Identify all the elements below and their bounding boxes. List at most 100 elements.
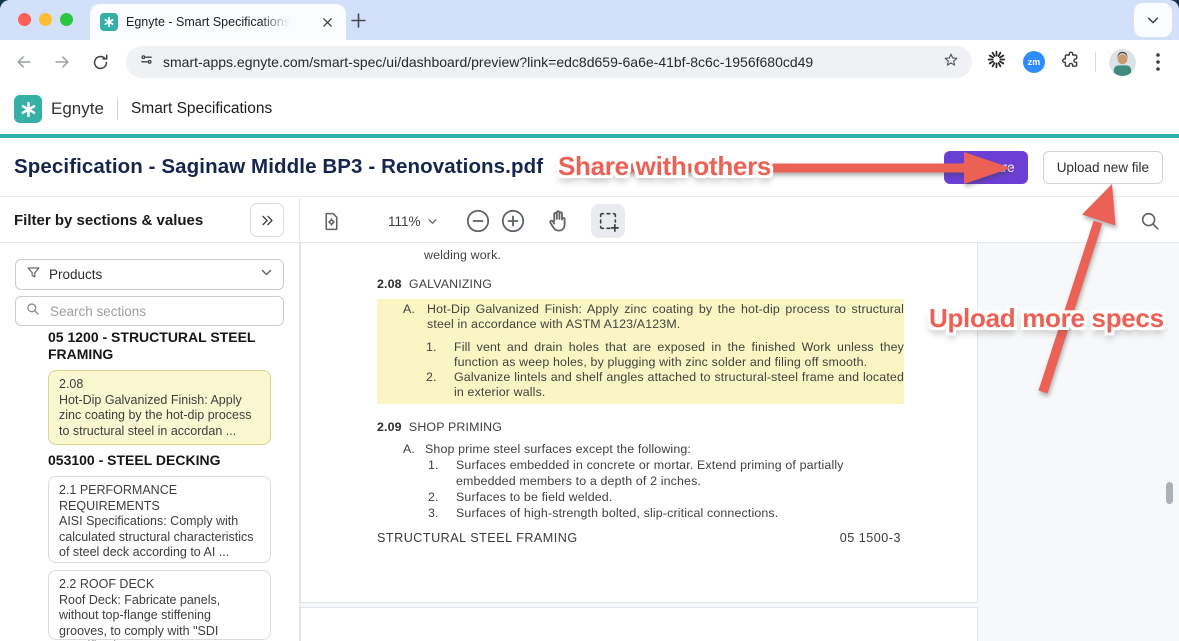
spec-card-2-1[interactable]: 2.1 PERFORMANCE REQUIREMENTS AISI Specif… [48, 476, 271, 563]
sidebar-body: Products 05 1200 - STRUCTURAL STEEL FRAM… [0, 243, 299, 641]
item-text: Hot-Dip Galvanized Finish: Apply zinc co… [427, 302, 904, 332]
extensions-puzzle-icon[interactable] [1061, 50, 1081, 75]
spec-card-title: 2.08 [59, 377, 260, 393]
section-heading: 05 1200 - STRUCTURAL STEEL FRAMING [48, 329, 271, 363]
minimize-window-button[interactable] [39, 13, 52, 26]
egnyte-favicon [100, 13, 118, 31]
products-filter-dropdown[interactable]: Products [15, 259, 284, 290]
forward-button[interactable] [50, 50, 74, 74]
browser-tab[interactable]: Egnyte - Smart Specifications [90, 4, 346, 40]
header-divider [117, 98, 118, 120]
app-header: Egnyte Smart Specifications [0, 84, 1179, 134]
sidebar-header: Filter by sections & values [0, 198, 299, 243]
zoom-level-dropdown[interactable]: 111% [388, 206, 438, 236]
close-window-button[interactable] [18, 13, 31, 26]
zoom-extension-icon[interactable]: zm [1023, 51, 1045, 73]
egnyte-logo [14, 95, 42, 123]
sidebar-title: Filter by sections & values [14, 212, 203, 229]
spec-card-text: Hot-Dip Galvanized Finish: Apply zinc co… [59, 393, 260, 440]
back-button[interactable] [12, 50, 36, 74]
spec-card-text: Roof Deck: Fabricate panels, without top… [59, 593, 260, 641]
document-search-icon[interactable] [1137, 208, 1162, 233]
new-tab-button[interactable] [348, 10, 368, 30]
upload-annotation-arrow [1028, 176, 1128, 398]
spec-card-2-2[interactable]: 2.2 ROOF DECK Roof Deck: Fabricate panel… [48, 570, 271, 640]
main-content: Filter by sections & values Products [0, 198, 1179, 641]
search-sections-input[interactable] [48, 303, 252, 320]
upload-annotation-text: Upload more specs [929, 303, 1164, 334]
bookmark-star-icon[interactable] [942, 51, 960, 74]
section-number: 2.09 [377, 420, 402, 434]
tab-close-icon[interactable] [318, 13, 336, 31]
item-number: 1. [428, 457, 456, 489]
collapse-sidebar-button[interactable] [250, 203, 284, 237]
extension-icons: zm [986, 49, 1081, 75]
share-annotation-text: Share with others [558, 151, 771, 182]
pdf-section-heading: 2.09 SHOP PRIMING [377, 419, 502, 435]
brand-name: Egnyte [51, 99, 104, 119]
highlighted-passage: A. Hot-Dip Galvanized Finish: Apply zinc… [377, 299, 904, 404]
chevron-down-icon [260, 266, 273, 284]
sections-list: 05 1200 - STRUCTURAL STEEL FRAMING 2.08 … [15, 329, 284, 641]
item-label: A. [403, 302, 427, 332]
funnel-icon [26, 265, 41, 285]
pdf-scrollbar-thumb[interactable] [1166, 482, 1173, 504]
section-number: 2.08 [377, 277, 402, 291]
item-text: Surfaces to be field welded. [456, 489, 854, 505]
upload-button-label: Upload new file [1057, 160, 1149, 175]
page-settings-button[interactable] [316, 206, 346, 236]
browser-menu-button[interactable] [1148, 50, 1168, 74]
item-text: Fill vent and drain holes that are expos… [454, 340, 904, 370]
tab-strip: Egnyte - Smart Specifications [0, 0, 1179, 40]
spec-card-title: 2.1 PERFORMANCE REQUIREMENTS [59, 483, 260, 514]
item-number: 2. [428, 489, 456, 505]
search-sections-box [15, 296, 284, 326]
tab-title: Egnyte - Smart Specifications [126, 15, 290, 29]
profile-avatar[interactable] [1109, 49, 1136, 76]
sunburst-extension-icon[interactable] [986, 49, 1007, 75]
chevron-down-icon [427, 216, 438, 227]
pdf-text-line: welding work. [424, 247, 501, 263]
footer-left: STRUCTURAL STEEL FRAMING [377, 530, 578, 546]
fullscreen-window-button[interactable] [60, 13, 73, 26]
address-bar[interactable]: smart-apps.egnyte.com/smart-spec/ui/dash… [126, 46, 972, 78]
search-icon [26, 302, 40, 321]
browser-toolbar: smart-apps.egnyte.com/smart-spec/ui/dash… [0, 40, 1179, 85]
section-heading: 053100 - STEEL DECKING [48, 452, 271, 469]
url-text[interactable]: smart-apps.egnyte.com/smart-spec/ui/dash… [163, 54, 942, 70]
item-text: Surfaces of high-strength bolted, slip-c… [456, 505, 854, 521]
item-text: Shop prime steel surfaces except the fol… [425, 441, 691, 457]
item-label: A. [403, 441, 425, 457]
hand-tool-button[interactable] [544, 207, 571, 234]
pdf-section-heading: 2.08 GALVANIZING [377, 276, 492, 292]
footer-right: 05 1500-3 [840, 530, 901, 546]
spec-card-title: 2.2 ROOF DECK [59, 577, 260, 593]
item-text: Galvanize lintels and shelf angles attac… [454, 370, 904, 400]
zoom-in-button[interactable] [500, 208, 526, 234]
tab-search-button[interactable] [1134, 3, 1172, 37]
shop-priming-body: A. Shop prime steel surfaces except the … [377, 441, 904, 521]
filter-sidebar: Filter by sections & values Products [0, 198, 300, 641]
toolbar-divider [1095, 52, 1096, 72]
section-title: GALVANIZING [409, 277, 492, 291]
double-chevron-right-icon [260, 213, 275, 228]
page-footer: STRUCTURAL STEEL FRAMING 05 1500-3 [377, 530, 901, 546]
product-name: Smart Specifications [131, 100, 272, 118]
spec-card-2-08[interactable]: 2.08 Hot-Dip Galvanized Finish: Apply zi… [48, 370, 271, 445]
item-number: 2. [426, 370, 454, 400]
section-title: SHOP PRIMING [409, 420, 502, 434]
window-controls [18, 13, 73, 26]
item-number: 3. [428, 505, 456, 521]
spec-card-text: AISI Specifications: Comply with calcula… [59, 514, 260, 561]
browser-window: Egnyte - Smart Specifications smart-apps… [0, 0, 1179, 641]
item-number: 1. [426, 340, 454, 370]
pdf-page-1: welding work. 2.08 GALVANIZING A. Hot-Di… [301, 243, 977, 602]
item-text: Surfaces embedded in concrete or mortar.… [456, 457, 854, 489]
site-settings-icon[interactable] [138, 51, 155, 73]
page-title: Specification - Saginaw Middle BP3 - Ren… [14, 155, 543, 179]
pdf-page-2 [301, 608, 977, 641]
reload-button[interactable] [88, 50, 112, 74]
zoom-out-button[interactable] [465, 208, 491, 234]
marquee-select-tool-button[interactable] [591, 204, 625, 238]
products-filter-label: Products [49, 267, 102, 282]
